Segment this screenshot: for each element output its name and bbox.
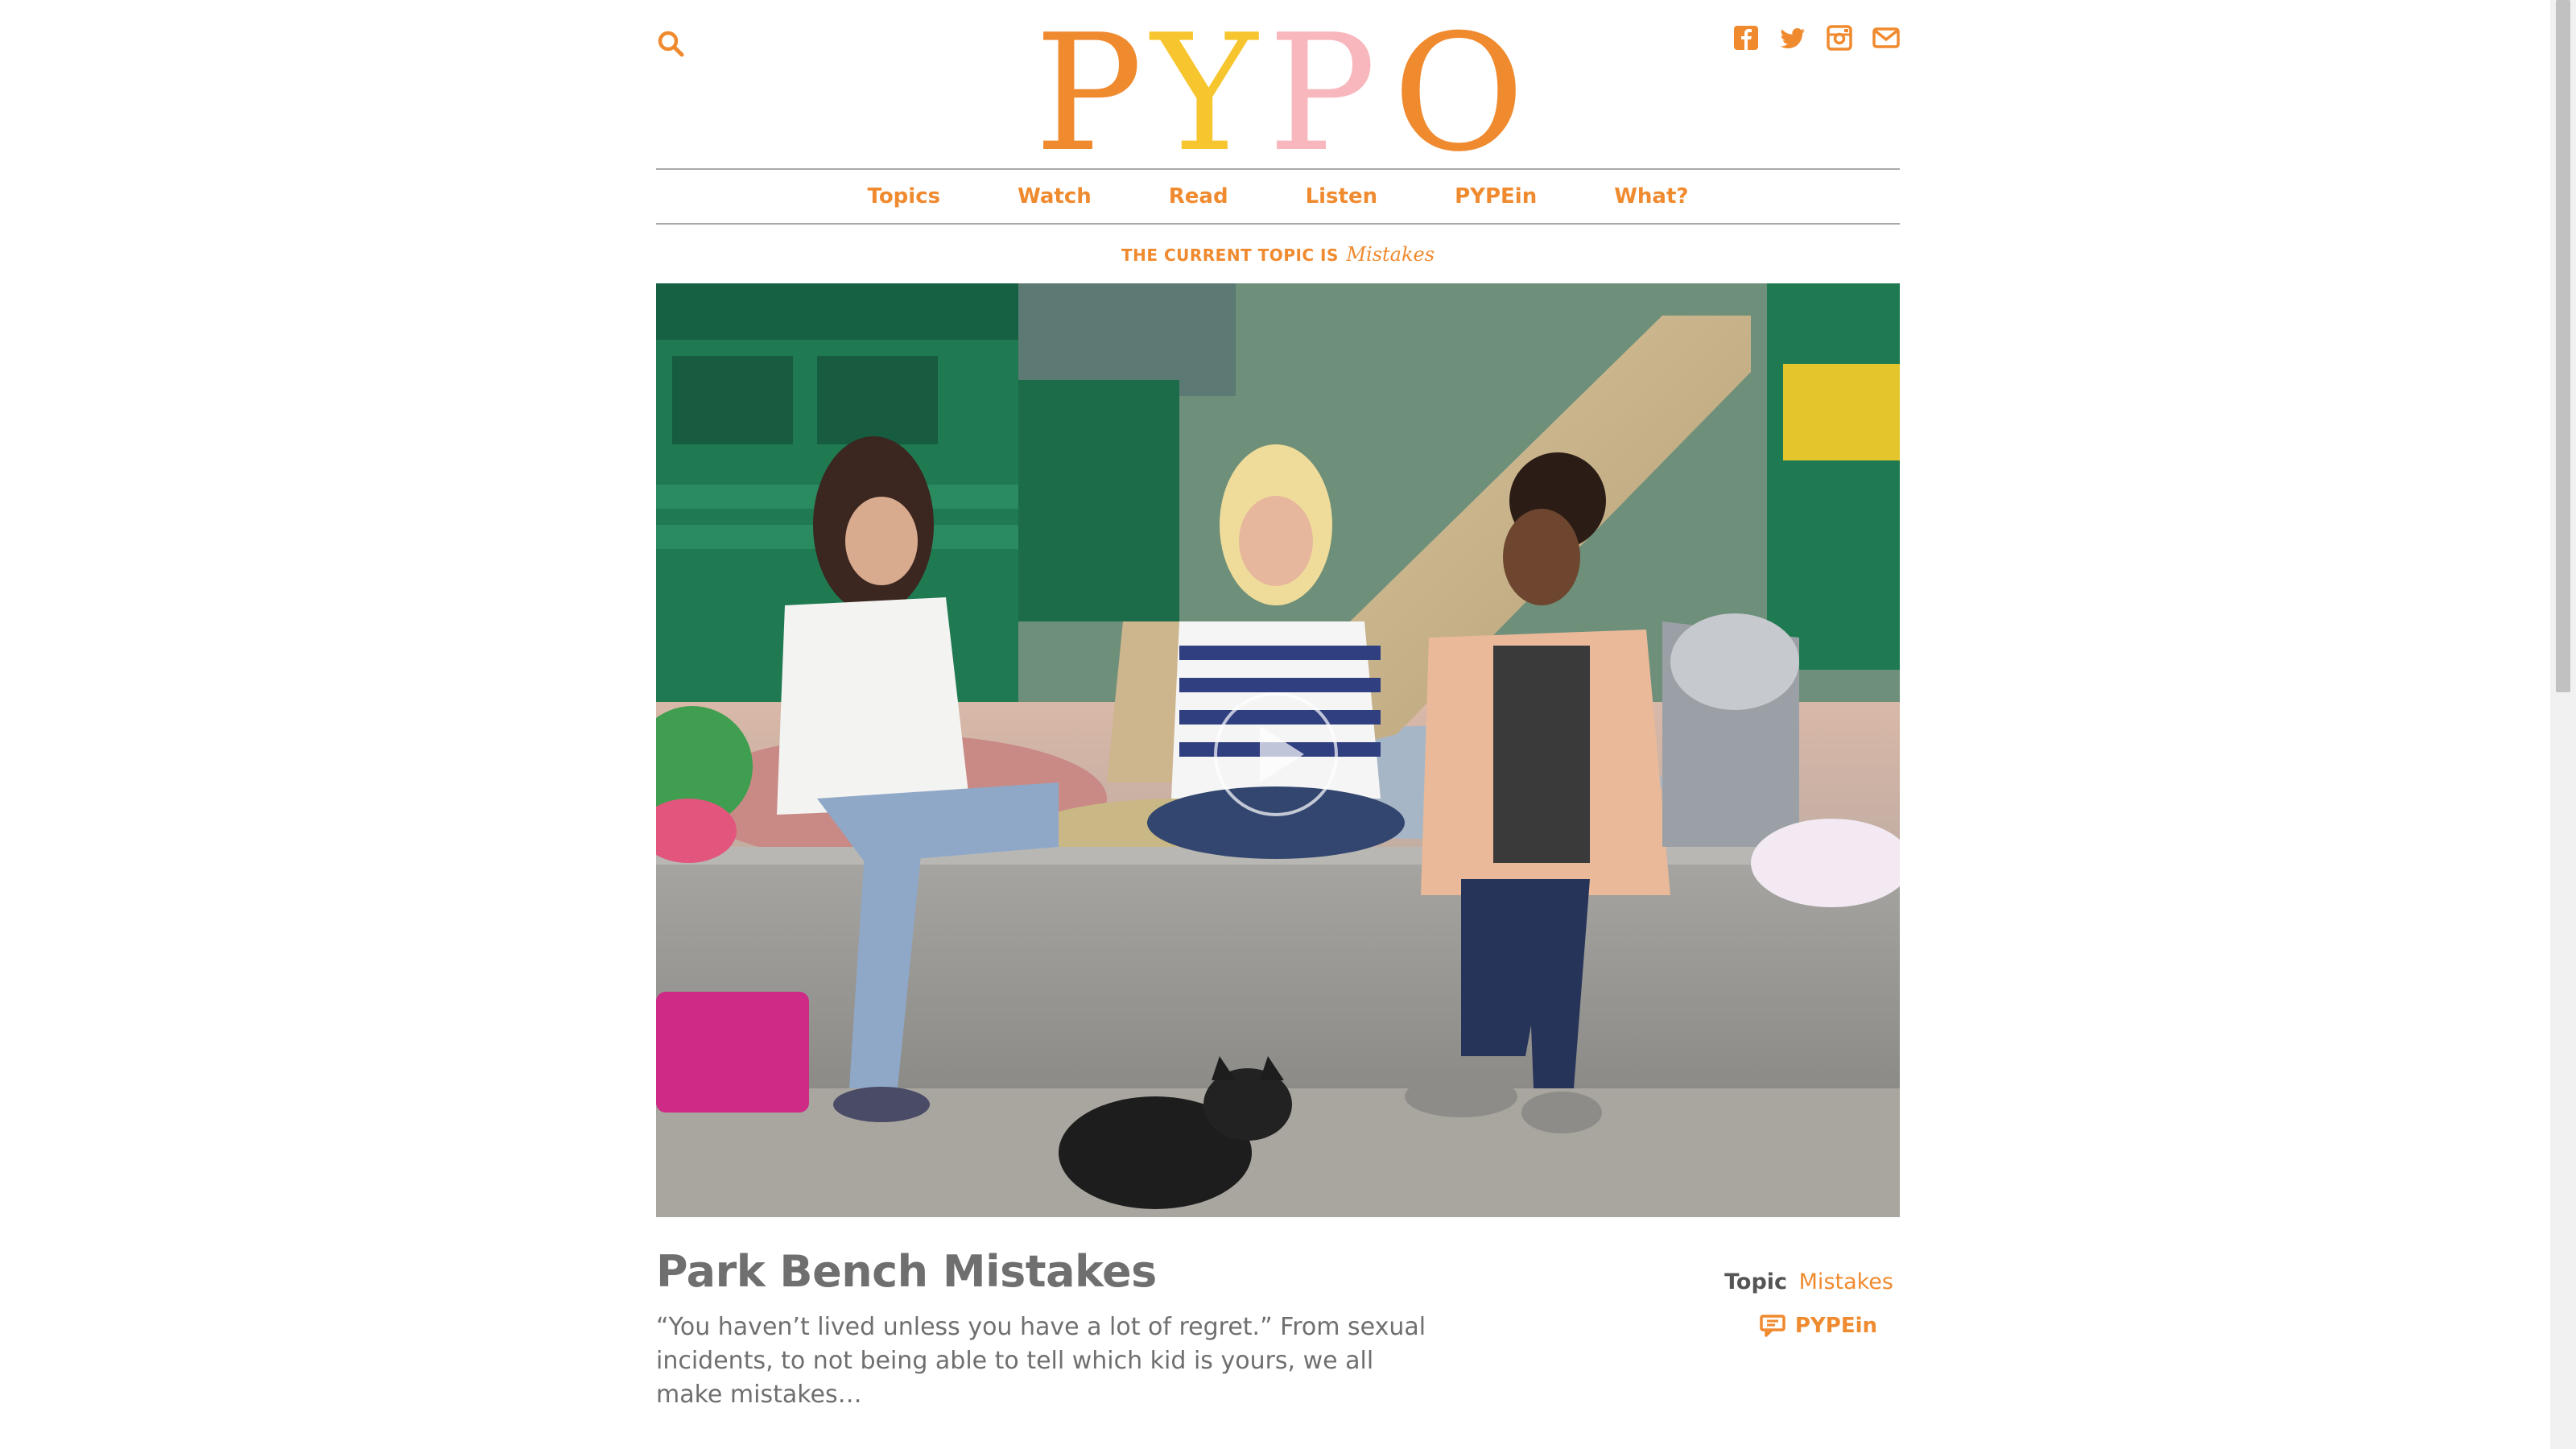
nav-item-read[interactable]: Read	[1169, 184, 1228, 208]
current-topic-label: THE CURRENT TOPIC IS	[1121, 246, 1339, 265]
search-button[interactable]	[656, 29, 685, 58]
logo-letter-o: O	[1393, 8, 1525, 161]
social-links	[1732, 24, 1900, 52]
article-type-link[interactable]: PYPEin	[1760, 1314, 1877, 1338]
twitter-icon	[1780, 28, 1805, 49]
mail-icon	[1872, 27, 1900, 48]
article-excerpt: “You haven’t lived unless you have a lot…	[656, 1313, 1426, 1409]
current-topic-link[interactable]: Mistakes	[1346, 243, 1435, 266]
article-topic-label: Topic	[1724, 1269, 1788, 1294]
scrollbar-thumb[interactable]	[2556, 0, 2570, 692]
main-nav: Topics Watch Read Listen PYPEin What?	[656, 168, 1900, 225]
instagram-link[interactable]	[1826, 24, 1853, 52]
current-topic-banner: THE CURRENT TOPIC IS Mistakes	[656, 243, 1900, 266]
nav-item-what[interactable]: What?	[1614, 184, 1688, 208]
search-icon	[658, 31, 684, 57]
twitter-link[interactable]	[1779, 24, 1806, 52]
page-container: P Y P O Topics Watch Read Listen PYPEin …	[656, 0, 1900, 1449]
logo-letter-p2: P	[1268, 8, 1377, 161]
mail-link[interactable]	[1872, 24, 1900, 52]
logo-letter-p1: P	[1034, 8, 1143, 161]
chat-bubble-icon	[1760, 1315, 1785, 1337]
hero-image[interactable]	[656, 283, 1900, 1217]
article-topic-link[interactable]: Mistakes	[1799, 1269, 1893, 1294]
facebook-link[interactable]	[1732, 24, 1760, 52]
article-type-label: PYPEin	[1794, 1314, 1877, 1338]
nav-item-pypein[interactable]: PYPEin	[1455, 184, 1537, 208]
nav-item-listen[interactable]: Listen	[1306, 184, 1378, 208]
article-title[interactable]: Park Bench Mistakes	[656, 1246, 1157, 1297]
nav-item-topics[interactable]: Topics	[868, 184, 941, 208]
article-topic: Topic Mistakes	[1724, 1269, 1893, 1294]
nav-item-watch[interactable]: Watch	[1018, 184, 1092, 208]
instagram-icon	[1827, 25, 1852, 51]
facebook-icon	[1734, 26, 1758, 50]
logo[interactable]: P Y P O	[1034, 0, 1534, 188]
logo-letter-y: Y	[1149, 8, 1259, 161]
